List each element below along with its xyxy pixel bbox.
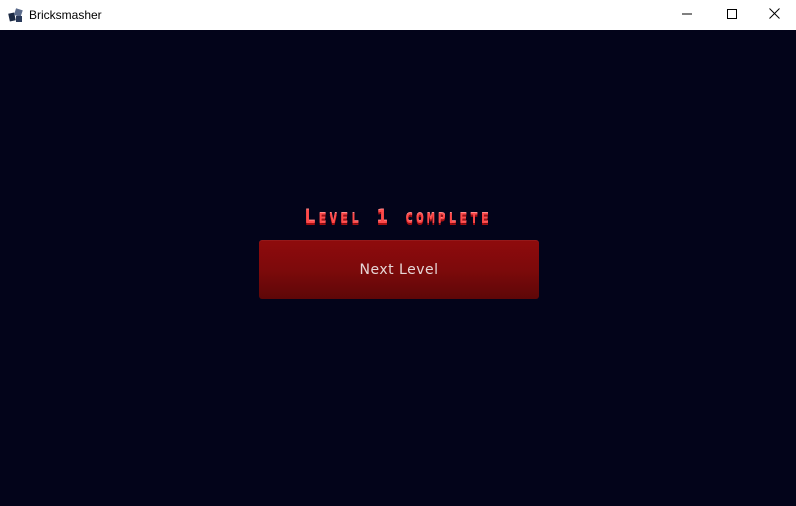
minimize-icon (681, 6, 692, 24)
minimize-button[interactable] (664, 0, 709, 30)
game-canvas: Level 1 complete Next Level (0, 30, 796, 506)
app-icon (8, 7, 24, 23)
next-level-label: Next Level (359, 261, 439, 278)
next-level-button[interactable]: Next Level (259, 240, 539, 299)
level-complete-title: Level 1 complete (304, 206, 492, 228)
close-icon (769, 6, 780, 24)
window-title: Bricksmasher (29, 8, 102, 22)
close-button[interactable] (752, 0, 796, 30)
app-window: Bricksmasher Level 1 complete Next Level (0, 0, 796, 506)
maximize-button[interactable] (709, 0, 754, 30)
title-bar[interactable]: Bricksmasher (0, 0, 796, 30)
maximize-icon (726, 6, 737, 24)
